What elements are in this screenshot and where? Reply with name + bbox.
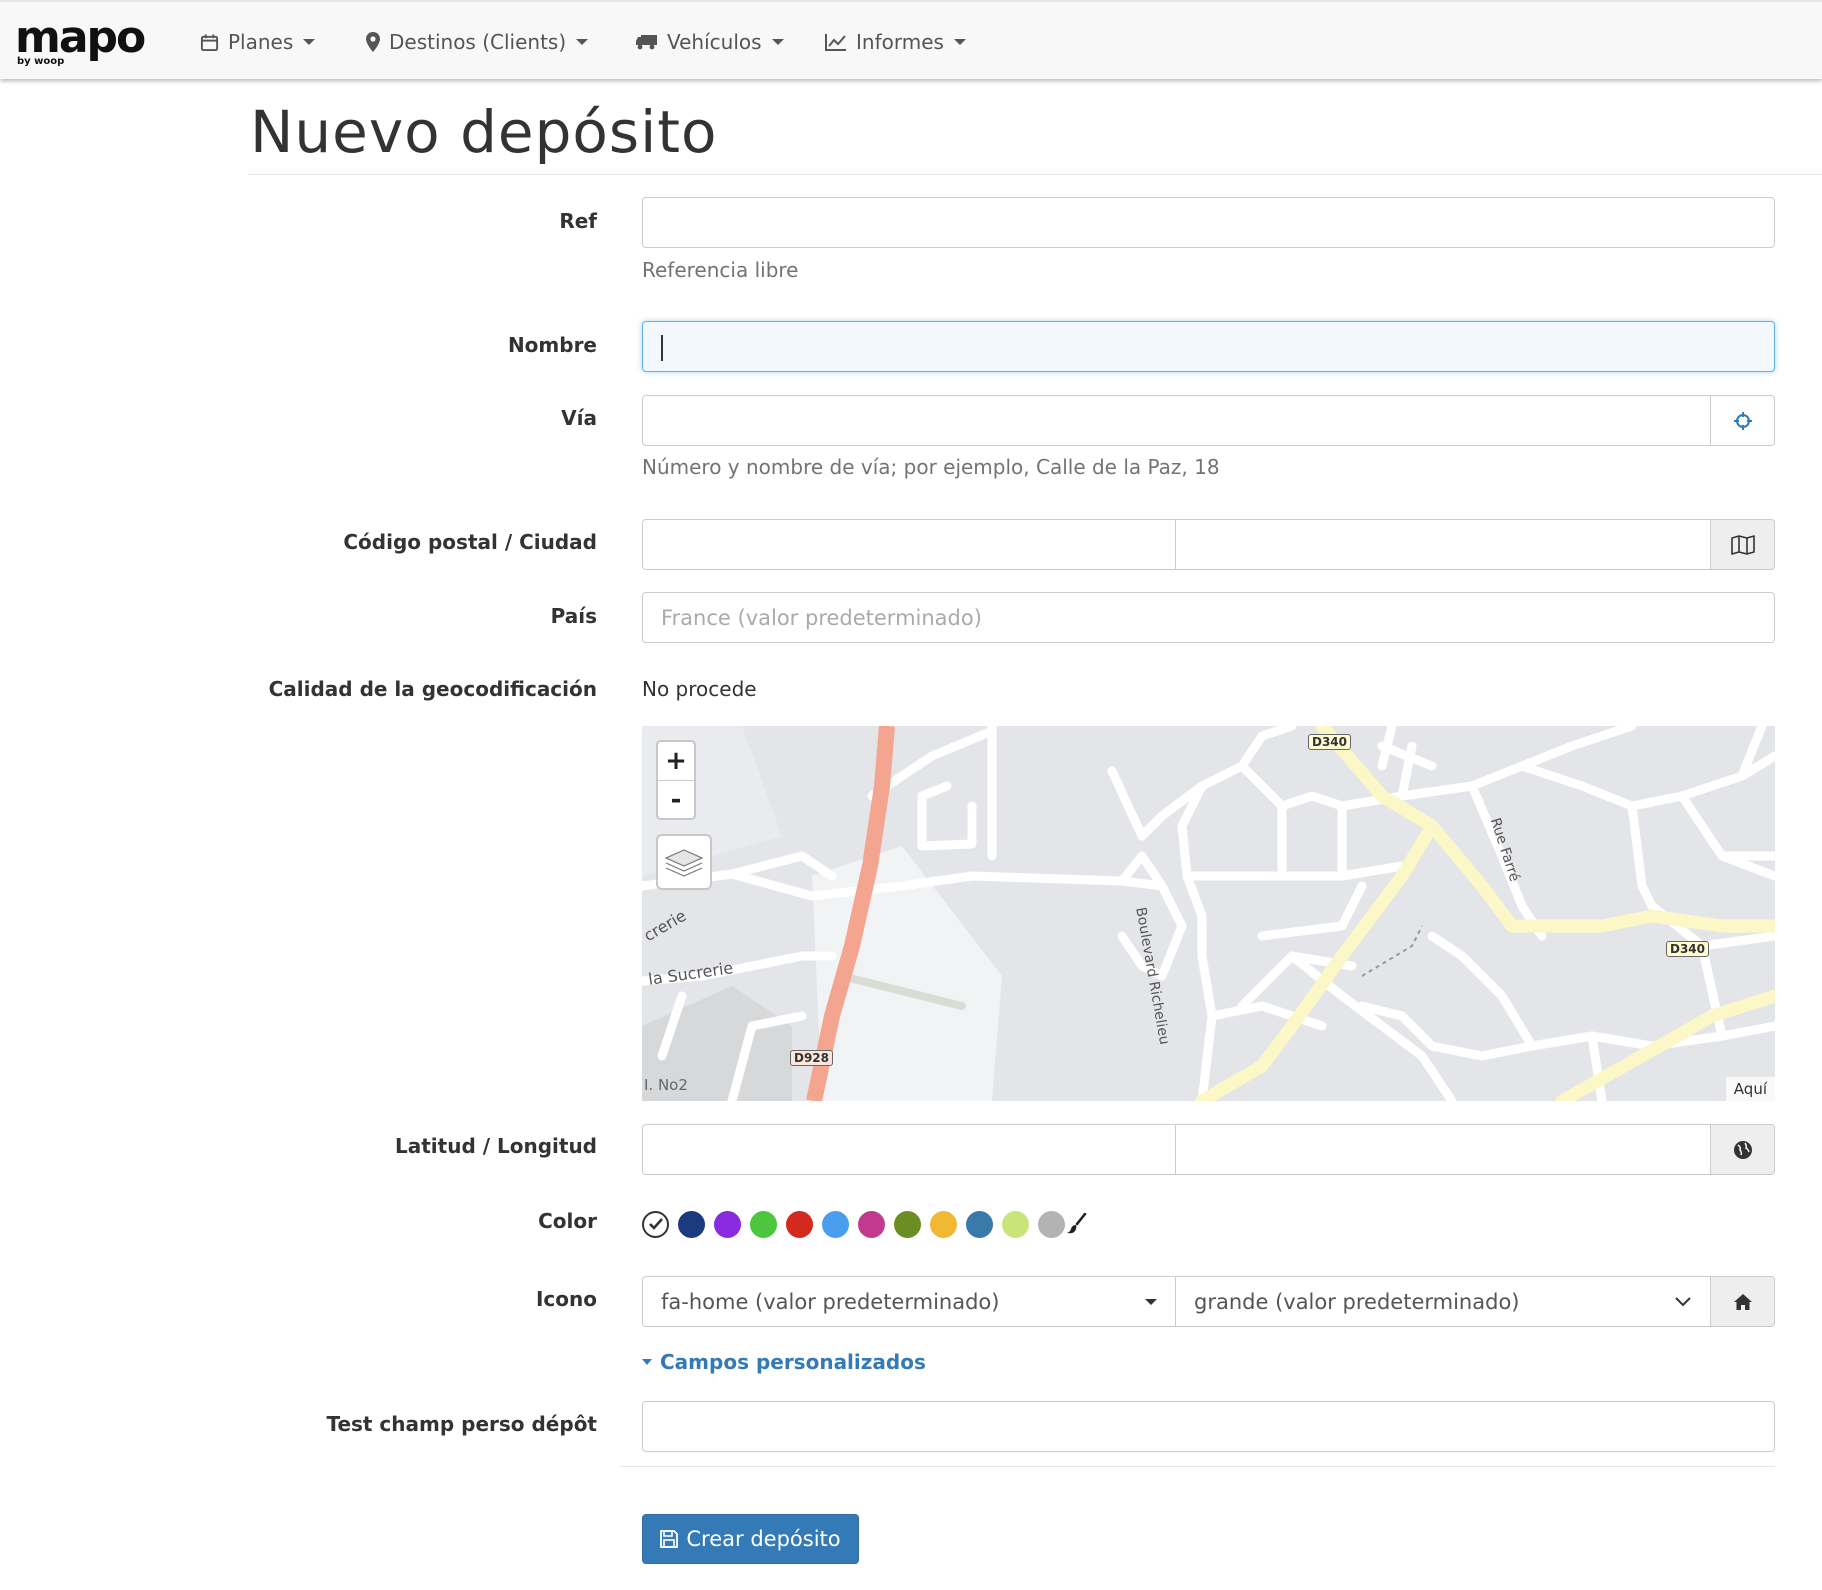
map-attribution[interactable]: Aquí [1725,1077,1775,1101]
longitude-input[interactable] [1175,1124,1711,1175]
icon-size-select-value: grande (valor predeterminado) [1194,1289,1520,1314]
map-zoom-control: + - [656,740,696,820]
street-help-text: Número y nombre de vía; por ejemplo, Cal… [642,455,1220,479]
street-label: Vía [561,406,597,430]
geolocate-button[interactable] [1710,395,1775,446]
locate-on-globe-button[interactable] [1710,1124,1775,1175]
nav-menu-vehiculos[interactable]: Vehículos [636,24,784,60]
create-depot-button-label: Crear depósito [686,1527,841,1551]
mapo-logo[interactable]: mapo by woop [15,12,146,70]
checkmark-icon [648,1218,663,1230]
color-swatch[interactable] [894,1210,921,1238]
chevron-down-icon [1145,1298,1157,1305]
color-swatch-none[interactable] [642,1210,669,1238]
postcode-city-label: Código postal / Ciudad [343,530,597,554]
latlng-label: Latitud / Longitud [394,1134,597,1158]
line-chart-icon [825,34,846,51]
street-label-no2: I. No2 [644,1076,688,1094]
icon-size-select[interactable]: grande (valor predeterminado) [1175,1276,1711,1327]
country-label: País [550,604,597,628]
chevron-down-icon [953,39,966,45]
form-divider [620,1466,1775,1467]
color-swatch[interactable] [966,1210,993,1238]
test-field-label: Test champ perso dépôt [326,1412,597,1436]
city-input[interactable] [1175,519,1711,570]
map-icon [1730,534,1755,555]
icon-preview [1710,1276,1775,1327]
page-title: Nuevo depósito [250,98,718,166]
calendar-icon [200,33,219,51]
test-field-input[interactable] [642,1401,1775,1452]
nav-menu-destinos[interactable]: Destinos (Clients) [366,24,589,60]
map-lookup-button[interactable] [1710,519,1775,570]
custom-fields-toggle-label: Campos personalizados [660,1350,926,1374]
icon-select[interactable]: fa-home (valor predeterminado) [642,1276,1176,1327]
color-label: Color [538,1209,597,1233]
map-marker-icon [366,32,380,52]
street-input[interactable] [642,395,1711,446]
name-label: Nombre [507,333,597,357]
color-swatch[interactable] [678,1210,705,1238]
paintbrush-icon[interactable] [1067,1213,1087,1235]
nav-menu-planes[interactable]: Planes [200,24,316,60]
chevron-down-icon [771,39,784,45]
create-depot-button[interactable]: Crear depósito [642,1514,859,1564]
globe-icon [1733,1140,1752,1159]
postcode-input[interactable] [642,519,1176,570]
ref-label: Ref [559,209,597,233]
ref-input[interactable] [642,197,1775,248]
custom-fields-toggle[interactable]: Campos personalizados [642,1350,926,1374]
text-cursor [661,335,663,361]
nav-label-vehiculos: Vehículos [667,30,762,54]
crosshairs-icon [1733,411,1752,430]
color-swatch[interactable] [858,1210,885,1238]
layers-icon [664,849,704,877]
zoom-out-button[interactable]: - [658,780,694,818]
icon-select-value: fa-home (valor predeterminado) [661,1289,1000,1314]
location-map[interactable]: D340 D340 D928 Rue Farré Boulevard Riche… [642,726,1775,1101]
zoom-in-button[interactable]: + [658,742,694,780]
road-shield-d340: D340 [1308,734,1352,750]
color-swatch[interactable] [714,1210,741,1238]
nav-label-planes: Planes [228,30,294,54]
truck-icon [636,35,657,50]
color-swatch[interactable] [1038,1210,1065,1238]
title-divider [248,174,1822,175]
icon-label: Icono [535,1287,597,1311]
geocoding-label: Calidad de la geocodificación [268,677,597,701]
color-swatch[interactable] [930,1210,957,1238]
geocoding-value: No procede [642,677,757,701]
color-swatch[interactable] [1002,1210,1029,1238]
nav-label-informes: Informes [856,30,944,54]
top-navbar: mapo by woop Planes Destinos (Clients) V… [0,0,1822,79]
country-input[interactable] [642,592,1775,643]
chevron-down-icon [1675,1296,1691,1306]
home-icon [1733,1293,1752,1310]
chevron-down-icon [576,39,589,45]
color-swatch[interactable] [786,1210,813,1238]
save-icon [660,1530,679,1548]
map-layers-button[interactable] [656,834,712,890]
logo-subtitle: by woop [17,56,65,67]
color-picker [642,1208,1087,1240]
nav-label-destinos: Destinos (Clients) [389,30,567,54]
color-swatch[interactable] [750,1210,777,1238]
chevron-down-icon [303,39,316,45]
nav-menu-informes[interactable]: Informes [825,24,966,60]
color-swatch[interactable] [822,1210,849,1238]
road-shield-d928: D928 [790,1050,834,1066]
road-shield-d340: D340 [1666,941,1710,957]
caret-down-icon [642,1359,652,1365]
ref-help-text: Referencia libre [642,258,799,282]
map-tiles[interactable] [642,726,1775,1101]
name-input[interactable] [642,321,1775,372]
latitude-input[interactable] [642,1124,1176,1175]
